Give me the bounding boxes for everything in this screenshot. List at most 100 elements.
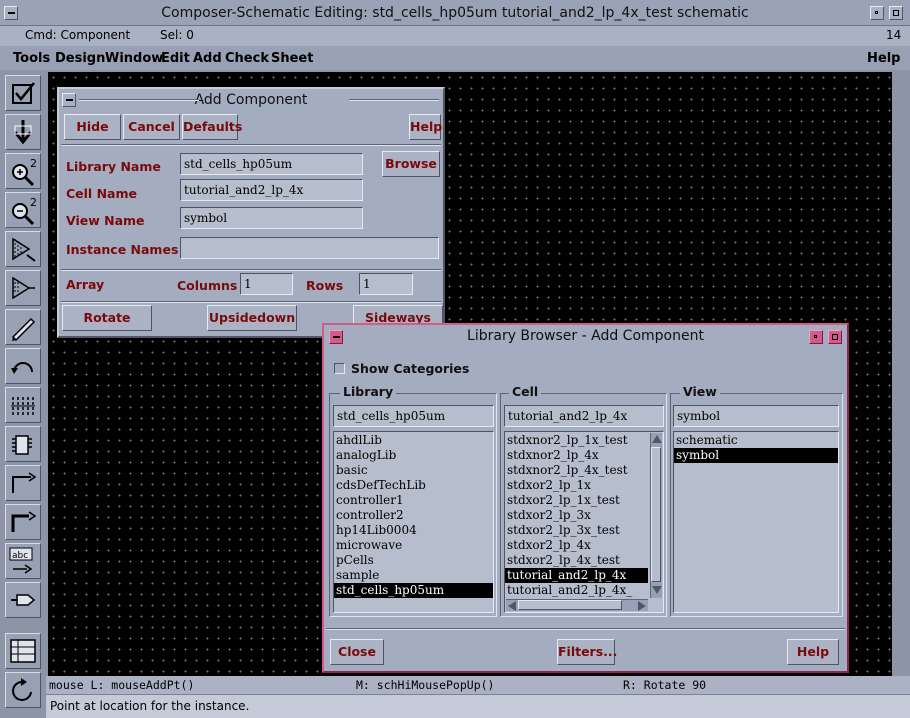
mouse-right-binding: R: Rotate 90 [623,678,707,692]
rotate-button[interactable]: Rotate [62,305,152,331]
library-list-item[interactable]: analogLib [334,448,493,463]
check-save-tool[interactable] [5,75,41,111]
browser-menu-button[interactable] [329,330,343,344]
copy-tool[interactable] [5,270,41,306]
cell-list-item[interactable]: stdxnor2_lp_4x_test [505,463,648,478]
menu-help[interactable]: Help [867,51,900,66]
columns-field[interactable]: 1 [240,273,293,295]
menu-window[interactable]: Window [105,51,163,66]
wire-wide-tool[interactable] [5,504,41,540]
stretch-gate-icon [12,237,36,262]
library-column-header: Library [340,384,397,399]
pin-shape-tool[interactable] [5,582,41,618]
instance-names-field[interactable] [180,237,439,259]
cell-list-item[interactable]: stdxor2_lp_1x [505,478,648,493]
wire-path-icon [12,472,37,493]
dialog-menu-button[interactable] [62,93,76,107]
cell-list-scroll-thumb[interactable] [651,447,661,582]
library-list-item[interactable]: sample [334,568,493,583]
magnifier-zoom-out-icon: 2 [12,196,37,226]
show-categories-checkbox[interactable] [334,363,345,374]
command-status-bar: Cmd: Component Sel: 0 14 [0,26,910,46]
menu-check[interactable]: Check [225,51,269,66]
library-list-item[interactable]: microwave [334,538,493,553]
sheet-tool[interactable] [5,633,41,669]
minimize-button[interactable] [870,6,884,20]
scroll-left-arrow-icon[interactable] [508,601,516,611]
label-tool[interactable]: abc [5,543,41,579]
hide-button[interactable]: Hide [64,114,121,140]
scroll-up-arrow-icon[interactable] [652,435,662,443]
close-button[interactable]: Close [330,639,384,665]
cell-column-header: Cell [509,384,542,399]
library-list: ahdlLib analogLib basic cdsDefTechLib contro… [333,431,494,613]
wire-wide-icon [11,511,37,532]
cell-list-item[interactable]: stdxnor2_lp_4x [505,448,648,463]
cell-list-item[interactable]: stdxor2_lp_3x_test [505,523,648,538]
scroll-right-arrow-icon[interactable] [638,601,646,611]
columns-label: Columns [177,278,238,293]
browser-maximize-button[interactable] [828,330,842,344]
menu-design[interactable]: Design [55,51,105,66]
pin-tool[interactable] [5,426,41,462]
menu-add[interactable]: Add [193,51,222,66]
cell-list-item[interactable]: stdxor2_lp_4x [505,538,648,553]
menu-edit[interactable]: Edit [161,51,190,66]
maximize-button[interactable] [889,6,903,20]
cell-list-item[interactable]: tutorial_and2_lp_4x [505,568,648,583]
label-tool-text: abc [12,551,28,561]
cell-list-hscroll-thumb[interactable] [518,600,622,610]
library-list-item[interactable]: std_cells_hp05um [334,583,493,598]
descend-tool[interactable] [5,114,41,150]
view-filter-field[interactable]: symbol [673,405,839,427]
cell-list-vertical-scrollbar[interactable] [650,433,662,598]
library-filter-field[interactable]: std_cells_hp05um [333,405,494,427]
help-button[interactable]: Help [409,114,442,140]
wire-pencil-tool[interactable] [5,309,41,345]
chip-icon [12,435,32,455]
status-number: 14 [886,28,902,42]
defaults-button[interactable]: Defaults [182,114,242,140]
library-browser-title: Library Browser - Add Component [467,328,704,344]
menu-bar: Tools Design Window Edit Add Check Sheet… [0,46,910,70]
zoom-in-tool[interactable]: 2 [5,153,41,189]
library-list-item[interactable]: controller1 [334,493,493,508]
view-list-item[interactable]: schematic [674,433,838,448]
wire-narrow-tool[interactable] [5,465,41,501]
filters-button[interactable]: Filters... [557,639,617,665]
browser-help-button[interactable]: Help [787,639,839,665]
scroll-down-arrow-icon[interactable] [652,586,662,594]
bus-tool[interactable] [5,387,41,423]
view-list-item[interactable]: symbol [674,448,838,463]
menu-tools[interactable]: Tools [13,51,50,66]
cell-name-field[interactable]: tutorial_and2_lp_4x [180,179,363,201]
library-list-item[interactable]: controller2 [334,508,493,523]
cell-list-item[interactable]: stdxnor2_lp_1x_test [505,433,648,448]
cell-list-horizontal-scrollbar[interactable] [506,599,648,611]
view-name-field[interactable]: symbol [180,207,363,229]
bus-lines-icon [11,397,35,415]
upsidedown-button[interactable]: Upsidedown [207,305,297,331]
library-list-item[interactable]: ahdlLib [334,433,493,448]
stretch-tool[interactable] [5,231,41,267]
cell-list-item[interactable]: stdxor2_lp_3x [505,508,648,523]
cancel-button[interactable]: Cancel [123,114,180,140]
browser-minimize-button[interactable] [809,330,823,344]
library-list-item[interactable]: pCells [334,553,493,568]
library-list-item[interactable]: basic [334,463,493,478]
menu-sheet[interactable]: Sheet [271,51,313,66]
cell-list-item[interactable]: stdxor2_lp_4x_test [505,553,648,568]
library-list-item[interactable]: cdsDefTechLib [334,478,493,493]
zoom-out-tool[interactable]: 2 [5,192,41,228]
repeat-tool[interactable] [5,672,41,708]
mouse-middle-binding: M: schHiMousePopUp() [356,678,495,692]
cell-list-item[interactable]: tutorial_and2_lp_4x_ [505,583,648,598]
browse-button[interactable]: Browse [382,151,440,177]
library-list-item[interactable]: hp14Lib0004 [334,523,493,538]
library-name-field[interactable]: std_cells_hp05um [180,153,363,175]
rows-field[interactable]: 1 [359,273,413,295]
zoom-in-digit: 2 [30,157,37,170]
cell-list-item[interactable]: stdxor2_lp_1x_test [505,493,648,508]
undo-tool[interactable] [5,348,41,384]
cell-filter-field[interactable]: tutorial_and2_lp_4x [504,405,664,427]
